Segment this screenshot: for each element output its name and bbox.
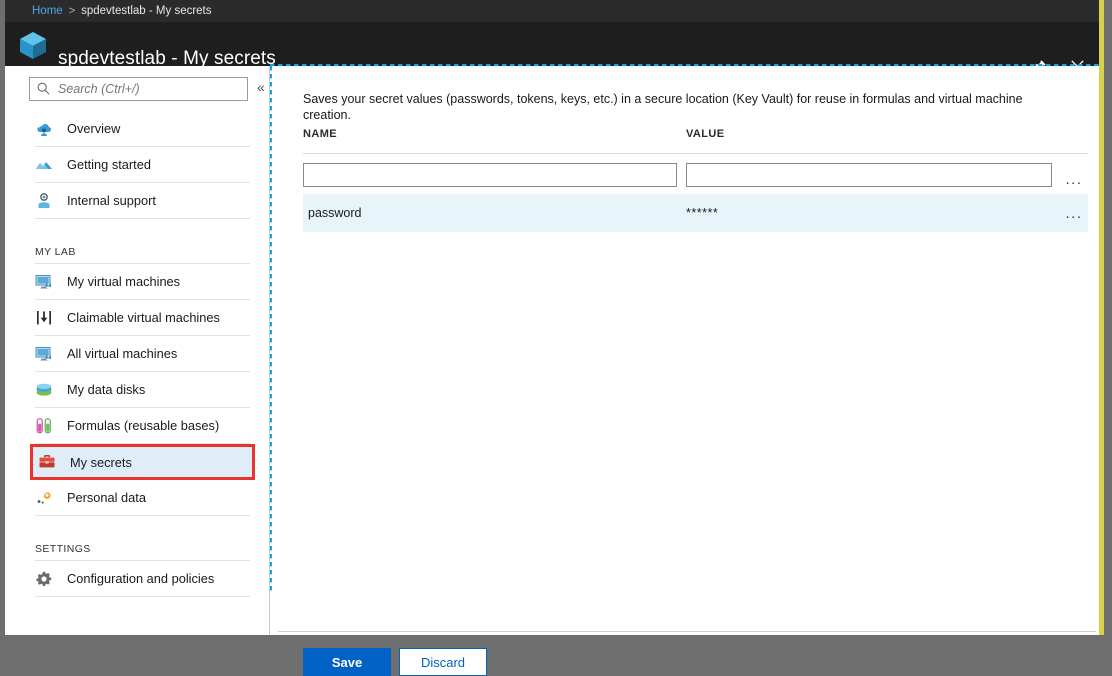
sidebar-section-my-lab: MY LAB [35, 230, 250, 264]
content-pane: Saves your secret values (passwords, tok… [270, 66, 1099, 635]
row-context-menu-icon[interactable]: ... [1058, 194, 1090, 232]
all-virtual-machines-icon [35, 345, 53, 363]
internal-support-icon [35, 192, 53, 210]
sidebar-item-internal-support[interactable]: Internal support [35, 183, 250, 219]
sidebar-item-formulas[interactable]: Formulas (reusable bases) [35, 408, 250, 444]
window-right-edge [1104, 0, 1112, 635]
sidebar-item-overview[interactable]: Overview [35, 111, 250, 147]
sidebar-item-label: Configuration and policies [67, 571, 214, 586]
sidebar: « Overview [5, 66, 270, 635]
claimable-vm-icon [35, 309, 53, 327]
overview-cloud-icon [35, 120, 53, 138]
getting-started-icon [35, 156, 53, 174]
sidebar-item-label: Internal support [67, 193, 156, 208]
breadcrumb-home-link[interactable]: Home [32, 5, 63, 17]
blade-title-bar: spdevtestlab - My secrets DevTest Lab [5, 22, 1099, 66]
new-secret-name-input[interactable] [303, 163, 677, 187]
table-row[interactable]: password ****** ... [303, 194, 1088, 232]
sidebar-search [29, 77, 248, 101]
data-disk-icon [35, 381, 53, 399]
column-header-name: NAME [303, 128, 337, 140]
new-secret-value-input[interactable] [686, 163, 1052, 187]
sidebar-item-label: My data disks [67, 382, 145, 397]
sidebar-item-my-secrets[interactable]: My secrets [30, 444, 255, 480]
sidebar-nav-list: Overview Getting started [5, 111, 270, 597]
breadcrumb: Home > spdevtestlab - My secrets [5, 0, 1099, 22]
sidebar-item-label: Getting started [67, 157, 151, 172]
sidebar-section-settings: SETTINGS [35, 527, 250, 561]
blade-body: « Overview [5, 66, 1099, 635]
content-dashed-top-border [270, 64, 1099, 66]
sidebar-item-claimable-virtual-machines[interactable]: Claimable virtual machines [35, 300, 250, 336]
search-box[interactable] [29, 77, 248, 101]
formulas-icon [35, 417, 53, 435]
sidebar-item-all-virtual-machines[interactable]: All virtual machines [35, 336, 250, 372]
sidebar-item-label: Claimable virtual machines [67, 310, 220, 325]
sidebar-item-label: My secrets [70, 455, 132, 470]
sidebar-item-label: Overview [67, 121, 120, 136]
breadcrumb-separator: > [69, 5, 75, 17]
search-input[interactable] [56, 81, 241, 97]
virtual-machine-icon [35, 273, 53, 291]
secret-new-row: ... [303, 156, 1088, 194]
new-row-context-menu-icon[interactable]: ... [1058, 156, 1090, 194]
sidebar-item-configuration-and-policies[interactable]: Configuration and policies [35, 561, 250, 597]
footer-separator [278, 631, 1096, 632]
discard-button[interactable]: Discard [399, 648, 487, 676]
secret-value: ****** [686, 206, 718, 220]
sidebar-item-label: My virtual machines [67, 274, 180, 289]
secrets-toolbox-icon [38, 453, 56, 471]
personal-data-icon [35, 489, 53, 507]
sidebar-item-my-virtual-machines[interactable]: My virtual machines [35, 264, 250, 300]
breadcrumb-current: spdevtestlab - My secrets [81, 5, 211, 17]
azure-portal-window: Home > spdevtestlab - My secrets spdevte… [0, 0, 1112, 635]
page-description: Saves your secret values (passwords, tok… [303, 91, 1063, 123]
content-dashed-left-border [270, 66, 272, 594]
secret-name: password [308, 206, 362, 220]
sidebar-item-my-data-disks[interactable]: My data disks [35, 372, 250, 408]
sidebar-item-getting-started[interactable]: Getting started [35, 147, 250, 183]
nav-gap [5, 516, 270, 527]
sidebar-collapse-icon[interactable]: « [257, 79, 265, 95]
sidebar-item-personal-data[interactable]: Personal data [35, 480, 250, 516]
sidebar-item-label: Personal data [67, 490, 146, 505]
gear-icon [35, 570, 53, 588]
sidebar-item-label: Formulas (reusable bases) [67, 418, 219, 433]
footer-actions: Save Discard [303, 648, 487, 676]
column-header-value: VALUE [686, 128, 724, 140]
search-icon [36, 81, 52, 97]
sidebar-item-label: All virtual machines [67, 346, 177, 361]
save-button[interactable]: Save [303, 648, 391, 676]
cube-icon [16, 28, 50, 62]
secrets-table-header: NAME VALUE [303, 128, 1088, 154]
nav-gap [5, 219, 270, 230]
